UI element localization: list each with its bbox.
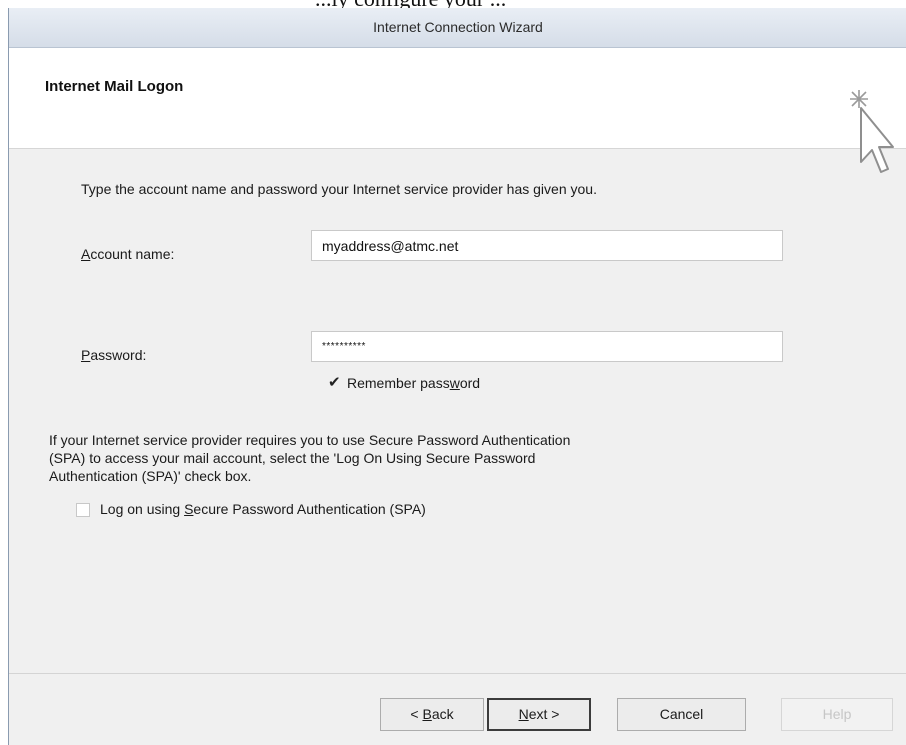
back-button[interactable]: < Back bbox=[380, 698, 484, 731]
spa-info-line-2: (SPA) to access your mail account, selec… bbox=[49, 450, 536, 466]
next-button[interactable]: Next > bbox=[487, 698, 591, 731]
wizard-window: Internet Connection Wizard Internet Mail… bbox=[8, 8, 906, 745]
title-bar[interactable]: Internet Connection Wizard bbox=[9, 8, 906, 48]
page-title: Internet Mail Logon bbox=[45, 78, 184, 95]
spa-checkbox-box[interactable] bbox=[76, 503, 90, 517]
spa-info-line-1: If your Internet service provider requir… bbox=[49, 432, 571, 448]
instructions-text: Type the account name and password your … bbox=[81, 181, 597, 197]
wizard-header: Internet Mail Logon bbox=[9, 48, 906, 173]
wizard-content: Type the account name and password your … bbox=[9, 149, 906, 649]
window-title: Internet Connection Wizard bbox=[373, 19, 543, 35]
spa-checkbox-label: Log on using Secure Password Authenticat… bbox=[100, 501, 426, 517]
cancel-button[interactable]: Cancel bbox=[617, 698, 746, 731]
remember-password-label: Remember password bbox=[347, 375, 481, 391]
password-input[interactable] bbox=[311, 331, 783, 362]
spa-info-line-3: Authentication (SPA)' check box. bbox=[49, 468, 252, 484]
account-name-input[interactable] bbox=[311, 230, 783, 261]
help-button[interactable]: Help bbox=[781, 698, 893, 731]
checkmark-icon: ✔ bbox=[328, 374, 341, 391]
password-label: Password: bbox=[81, 347, 147, 363]
account-name-label: Account name: bbox=[81, 246, 175, 262]
footer-divider bbox=[9, 673, 906, 674]
